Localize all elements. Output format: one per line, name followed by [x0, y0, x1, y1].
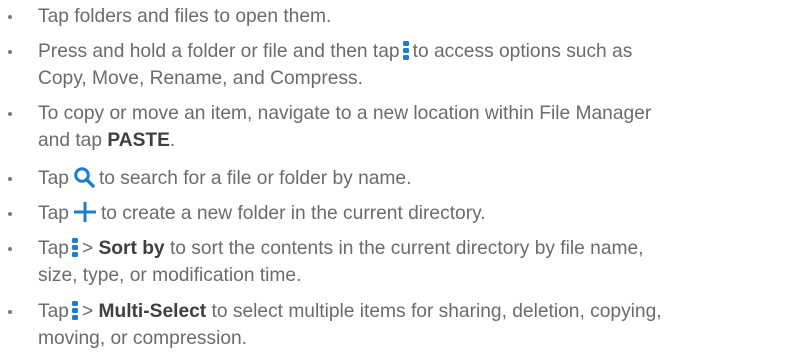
- search-icon: [73, 166, 95, 188]
- plus-icon: [72, 201, 98, 223]
- bullet-dot: [8, 112, 12, 116]
- text-segment: >: [81, 301, 94, 322]
- multi-select-label: Multi-Select: [98, 301, 207, 322]
- list-item-text: Tap to create a new folder in the current…: [38, 200, 783, 227]
- text-segment: Tap: [38, 301, 69, 322]
- vertical-dots-icon: [71, 299, 79, 321]
- text-segment: Tap folders and files to open them.: [38, 6, 332, 27]
- vertical-dots-icon: [71, 236, 79, 258]
- text-segment: To copy or move an item, navigate to a n…: [38, 103, 652, 124]
- text-segment: and tap: [38, 130, 103, 151]
- bullet-dot: [8, 310, 12, 314]
- text-segment: Copy, Move, Rename, and Compress.: [38, 68, 363, 89]
- text-segment: Tap: [38, 168, 69, 189]
- list-item-text: To copy or move an item, navigate to a n…: [38, 100, 783, 154]
- text-segment: to access options such as: [412, 41, 633, 62]
- text-segment: Tap: [38, 238, 69, 259]
- text-segment: .: [169, 130, 176, 151]
- list-item-text: Tap > Multi-Select to select multiple ite…: [38, 298, 783, 352]
- list-item-text: Tap folders and files to open them.: [38, 3, 783, 30]
- list-item-text: Press and hold a folder or file and then…: [38, 38, 783, 92]
- paste-label: PASTE: [107, 130, 170, 151]
- text-segment: size, type, or modification time.: [38, 265, 302, 286]
- text-segment: moving, or compression.: [38, 328, 248, 349]
- bullet-dot: [8, 177, 12, 181]
- bullet-dot: [8, 212, 12, 216]
- text-segment: to sort the contents in the current dire…: [169, 238, 644, 259]
- help-page: Tap folders and files to open them. Pres…: [0, 0, 796, 363]
- bullet-dot: [8, 247, 12, 251]
- text-segment: Tap: [38, 203, 69, 224]
- list-item-text: Tap > Sort by to sort the contents in the…: [38, 235, 783, 289]
- text-segment: Press and hold a folder or file and then…: [38, 41, 400, 62]
- list-item-text: Tap to search for a file or folder by nam…: [38, 165, 783, 192]
- text-segment: to select multiple items for sharing, de…: [211, 301, 662, 322]
- text-segment: to create a new folder in the current di…: [100, 203, 486, 224]
- bullet-dot: [8, 50, 12, 54]
- bullet-dot: [8, 15, 12, 19]
- vertical-dots-icon: [402, 39, 410, 61]
- text-segment: to search for a file or folder by name.: [98, 168, 412, 189]
- sort-by-label: Sort by: [98, 238, 165, 259]
- text-segment: >: [81, 238, 94, 259]
